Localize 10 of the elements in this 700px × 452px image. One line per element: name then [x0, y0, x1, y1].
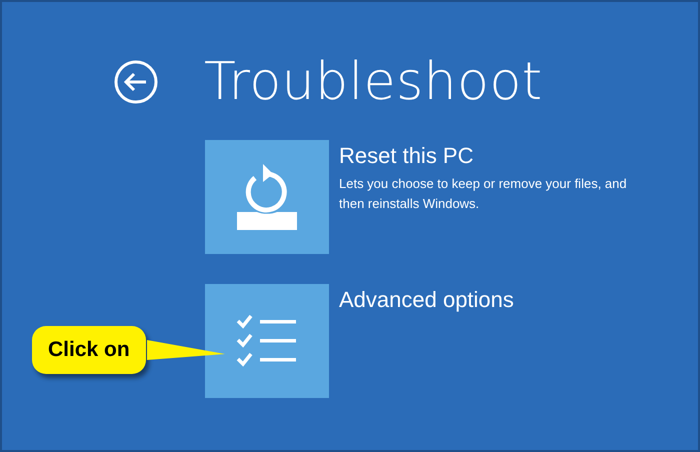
back-icon: [113, 59, 159, 105]
option-tile[interactable]: [205, 284, 329, 398]
option-tile[interactable]: [205, 140, 329, 254]
option-title[interactable]: Reset this PC: [339, 142, 629, 170]
callout-label: Click on: [32, 326, 146, 374]
option-title[interactable]: Advanced options: [339, 286, 514, 314]
checklist-icon: [235, 313, 299, 369]
back-button[interactable]: [112, 58, 160, 106]
page-title: Troubleshoot: [204, 51, 543, 114]
option-description: Lets you choose to keep or remove your files, and then reinstalls Windows.: [339, 175, 628, 213]
